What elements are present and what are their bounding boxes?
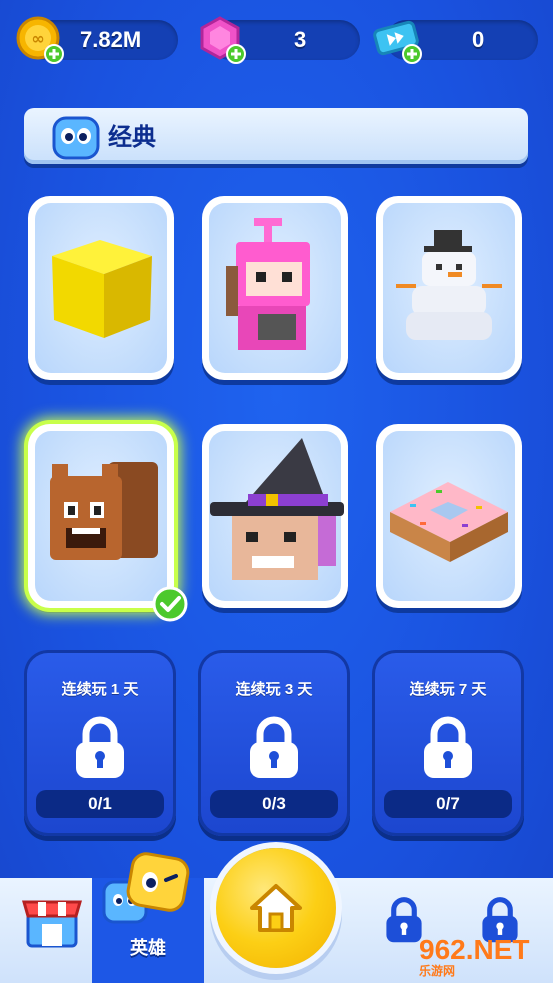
yellow-cube-icon [52,240,152,338]
locked-card-3[interactable]: 连续玩 3 天 0/3 [198,650,350,836]
locked-card-title: 连续玩 3 天 [235,681,313,698]
locked-card-progress: 0/1 [36,790,164,818]
category-title: 经典 [108,124,156,151]
watermark-logo: 962.NET 乐游网 [419,934,547,978]
svg-text:∞: ∞ [31,29,44,48]
gem-icon[interactable] [196,14,248,66]
character-card-yellow-cube[interactable] [28,196,174,380]
watermark-sub: 乐游网 [419,964,456,978]
character-card-snowman[interactable] [376,196,522,380]
squirrel-icon [50,462,158,560]
lock-icon [424,716,472,778]
character-card-squirrel[interactable] [28,424,174,608]
character-card-witch[interactable] [202,424,348,608]
coin-value: 7.82M [80,27,142,52]
ticket-icon[interactable] [372,14,424,66]
home-icon [250,884,302,932]
character-card-donut[interactable] [376,424,522,608]
lock-icon [250,716,298,778]
coin-icon[interactable]: ∞ [14,14,66,66]
pink-robot-icon [226,218,310,350]
locked-card-1[interactable]: 连续玩 1 天 0/1 [24,650,176,836]
locked-card-title: 连续玩 7 天 [409,681,487,698]
witch-icon [210,438,344,580]
locked-card-title: 连续玩 1 天 [61,681,139,698]
home-button[interactable] [216,848,336,968]
selected-check-icon [152,586,188,622]
locked-card-progress: 0/3 [210,790,338,818]
lock-icon [76,716,124,778]
snowman-icon [396,230,502,340]
locked-card-7[interactable]: 连续玩 7 天 0/7 [372,650,524,836]
ticket-value: 0 [472,27,485,52]
locked-card-progress: 0/7 [384,790,512,818]
gem-value: 3 [294,27,307,52]
character-card-pink-robot[interactable] [202,196,348,380]
shop-icon[interactable] [20,894,84,950]
nav-heroes-label: 英雄 [130,938,166,958]
heroes-icon [102,852,190,924]
donut-icon [390,482,508,562]
category-mascot-icon [52,116,100,160]
watermark-brand: 962.NET [419,934,530,965]
